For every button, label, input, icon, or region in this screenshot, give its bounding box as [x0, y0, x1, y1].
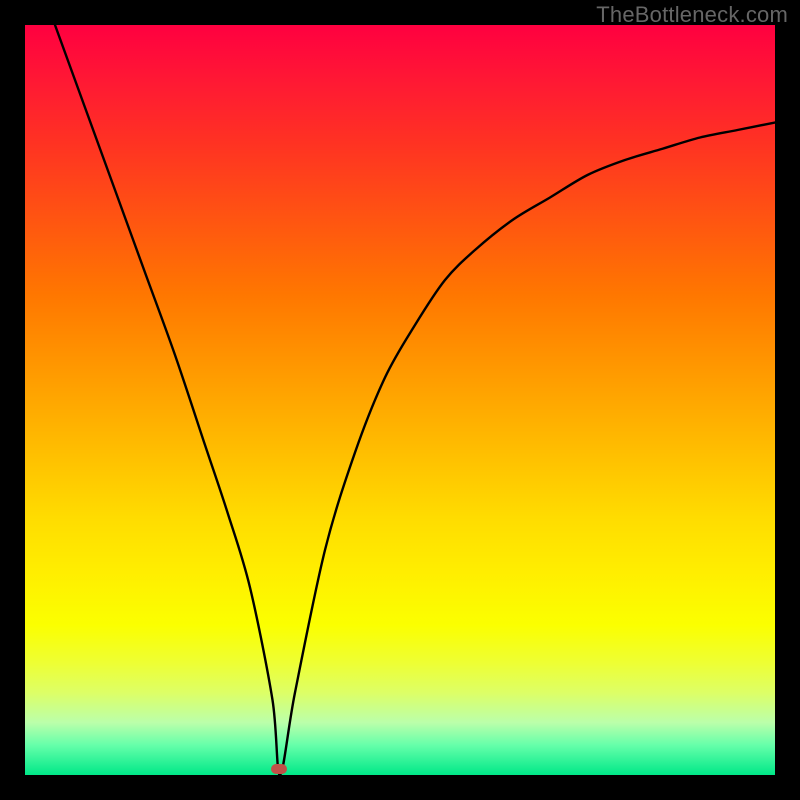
- curve-svg: [25, 25, 775, 775]
- chart-frame: TheBottleneck.com: [0, 0, 800, 800]
- minimum-marker: [271, 764, 287, 774]
- plot-area: [25, 25, 775, 775]
- bottleneck-curve: [55, 25, 775, 775]
